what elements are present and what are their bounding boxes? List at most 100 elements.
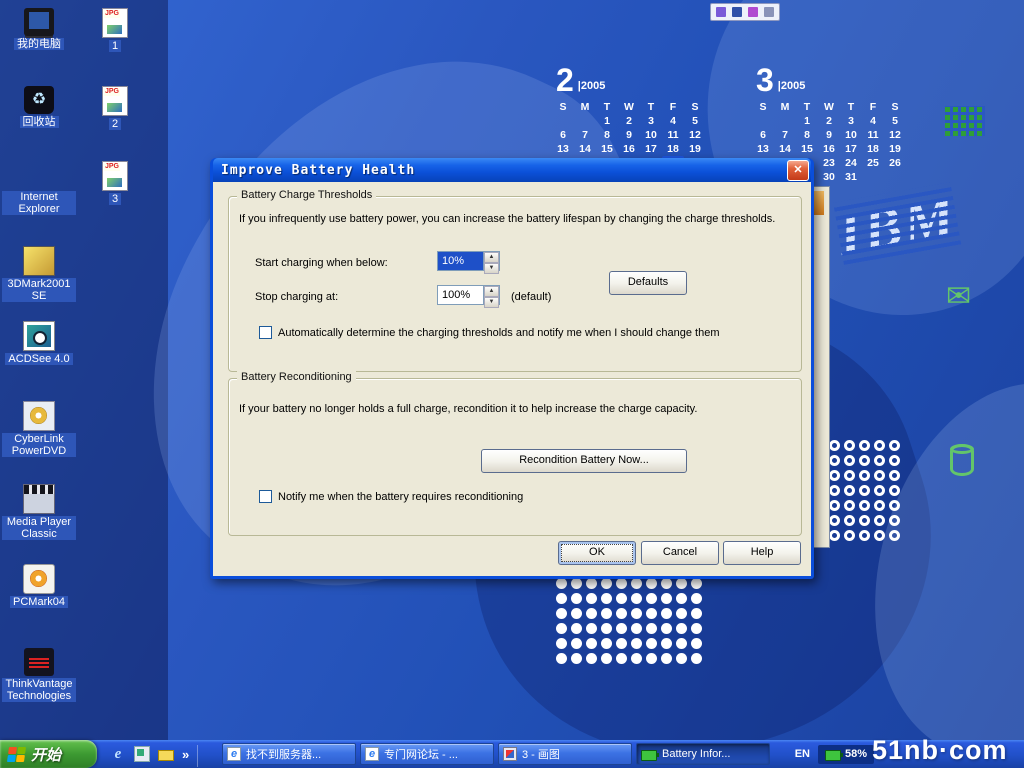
dot — [571, 623, 582, 634]
start-charging-spinner[interactable]: 10% ▲ ▼ — [437, 251, 500, 271]
close-button[interactable]: ✕ — [787, 160, 809, 181]
desktop-icon-thinkvantage[interactable]: ThinkVantage Technologies — [2, 648, 76, 702]
dot — [859, 470, 870, 481]
calendar-day-header: S — [752, 100, 774, 114]
dot — [889, 500, 900, 511]
start-button[interactable]: 开始 — [0, 740, 97, 768]
ibm-logo: IBM — [833, 182, 962, 269]
defaults-button[interactable]: Defaults — [609, 271, 687, 295]
spinner-arrows: ▲ ▼ — [483, 252, 499, 270]
dot — [661, 623, 672, 634]
stop-charging-label: Stop charging at: — [255, 291, 338, 303]
dot — [676, 638, 687, 649]
dot — [556, 578, 567, 589]
desktop-icon-label: Internet Explorer — [2, 191, 76, 215]
ie-page-icon — [365, 747, 379, 761]
thresholds-description: If you infrequently use battery power, y… — [239, 213, 791, 225]
panel-icon[interactable] — [764, 7, 774, 17]
calendar-day: 13 — [552, 142, 574, 156]
cancel-button[interactable]: Cancel — [641, 541, 719, 565]
desktop-icon-jpg-1[interactable]: JPG1 — [80, 8, 150, 52]
recondition-battery-button[interactable]: Recondition Battery Now... — [481, 449, 687, 473]
dot — [646, 608, 657, 619]
wallpaper-shape — [835, 353, 1024, 768]
desktop-icon-recycle-bin[interactable]: 回收站 — [2, 86, 76, 128]
dot — [829, 485, 840, 496]
dot — [631, 608, 642, 619]
taskbar-task-0[interactable]: 找不到服务器... — [222, 743, 356, 765]
desktop-icon-pcmark04[interactable]: PCMark04 — [2, 564, 76, 608]
help-button[interactable]: Help — [723, 541, 801, 565]
wallpaper-envelope-icon: ✉ — [946, 282, 971, 312]
auto-thresholds-checkbox[interactable] — [259, 326, 272, 339]
desktop-icon-3dmark2001[interactable]: 3DMark2001 SE — [2, 246, 76, 302]
language-indicator[interactable]: EN — [795, 748, 810, 760]
dot — [691, 608, 702, 619]
system-tray: EN 58% — [787, 740, 1024, 768]
spinner-down-icon[interactable]: ▼ — [484, 297, 499, 308]
dot — [616, 608, 627, 619]
dot — [874, 530, 885, 541]
calendar-day: 3 — [840, 114, 862, 128]
taskbar-task-2[interactable]: 3 - 画图 — [498, 743, 632, 765]
desktop-icon-acdsee[interactable]: ACDSee 4.0 — [2, 321, 76, 365]
dot — [859, 515, 870, 526]
dot — [844, 470, 855, 481]
mail-icon[interactable] — [158, 750, 174, 761]
start-charging-value[interactable]: 10% — [438, 252, 483, 270]
battery-tray-item[interactable]: 58% — [818, 745, 874, 764]
taskbar-task-3[interactable]: Battery Infor... — [636, 743, 770, 765]
dot — [616, 638, 627, 649]
language-bar[interactable] — [710, 3, 780, 21]
calendar-day: 12 — [884, 128, 906, 142]
show-desktop-icon[interactable] — [134, 746, 150, 762]
desktop-icon-label: 2 — [109, 118, 121, 130]
dialog-titlebar[interactable]: Improve Battery Health ✕ — [213, 158, 811, 182]
desktop: IBM ✉ 2 |2005 SMTWTFS1234567891011121314… — [0, 0, 1024, 768]
dot — [616, 653, 627, 664]
desktop-icon-internet-explorer[interactable]: Internet Explorer — [2, 161, 76, 215]
desktop-icon-label: 3 — [109, 193, 121, 205]
calendar-day: 16 — [618, 142, 640, 156]
desktop-icon-jpg-3[interactable]: JPG3 — [80, 161, 150, 205]
calendar-day: 15 — [796, 142, 818, 156]
dot — [676, 653, 687, 664]
calendar-day: 5 — [684, 114, 706, 128]
stop-charging-value[interactable]: 100% — [438, 286, 483, 304]
ok-button[interactable]: OK — [558, 541, 636, 565]
dot — [844, 500, 855, 511]
spinner-up-icon[interactable]: ▲ — [484, 252, 499, 263]
dot — [829, 455, 840, 466]
desktop-icon-my-computer[interactable]: 我的电脑 — [2, 8, 76, 50]
desktop-icon-mpc[interactable]: Media Player Classic — [2, 484, 76, 540]
calendar-day-header: S — [884, 100, 906, 114]
thinkvantage-icon — [24, 648, 54, 676]
dot — [631, 653, 642, 664]
stop-charging-spinner[interactable]: 100% ▲ ▼ — [437, 285, 500, 305]
auto-thresholds-checkbox-row[interactable]: Automatically determine the charging thr… — [259, 327, 779, 339]
dot — [889, 515, 900, 526]
dot — [874, 440, 885, 451]
dot — [586, 578, 597, 589]
desktop-icon-powerdvd[interactable]: CyberLink PowerDVD — [2, 401, 76, 457]
grid-icon[interactable] — [748, 7, 758, 17]
keyboard-icon[interactable] — [716, 7, 726, 17]
quick-launch-more-icon[interactable]: » — [182, 747, 189, 762]
dot — [829, 440, 840, 451]
taskbar-separator — [197, 745, 198, 767]
calendar-day: 16 — [818, 142, 840, 156]
calendar-day: 12 — [684, 128, 706, 142]
internet-explorer-icon[interactable]: e — [110, 746, 126, 762]
spinner-down-icon[interactable]: ▼ — [484, 263, 499, 274]
calendar-day: 9 — [618, 128, 640, 142]
spinner-up-icon[interactable]: ▲ — [484, 286, 499, 297]
notify-recondition-checkbox-row[interactable]: Notify me when the battery requires reco… — [259, 491, 779, 503]
taskbar-task-1[interactable]: 专门网论坛 - ... — [360, 743, 494, 765]
start-button-label: 开始 — [31, 744, 61, 765]
calendar-day — [774, 114, 796, 128]
desktop-icon-jpg-2[interactable]: JPG2 — [80, 86, 150, 130]
dot — [829, 530, 840, 541]
pen-icon[interactable] — [732, 7, 742, 17]
notify-recondition-checkbox[interactable] — [259, 490, 272, 503]
calendar-day: 8 — [796, 128, 818, 142]
